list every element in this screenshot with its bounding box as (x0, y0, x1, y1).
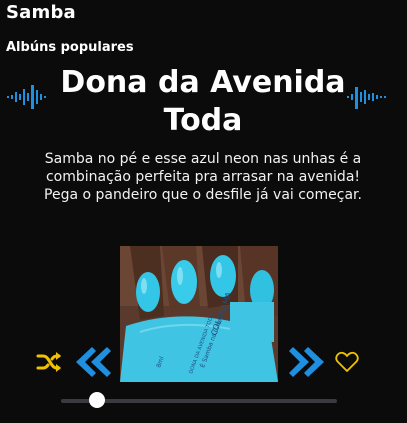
nail-polish-cover-image: COLORAMA É Samba na Caixa DONA DA AVENID… (120, 246, 278, 382)
progress-knob[interactable] (88, 392, 105, 408)
section-title: Albúns populares (6, 40, 134, 55)
album-description: Samba no pé e esse azul neon nas unhas é… (44, 151, 362, 203)
skip-previous-icon[interactable] (72, 344, 114, 380)
top-title: Samba (6, 2, 76, 23)
heart-outline-icon[interactable] (335, 351, 359, 373)
shuffle-icon[interactable] (36, 351, 62, 373)
album-cover[interactable]: COLORAMA É Samba na Caixa DONA DA AVENID… (120, 246, 278, 382)
sound-wave-icon (7, 85, 46, 109)
album-title: Dona da Avenida Toda (60, 65, 346, 138)
skip-next-icon[interactable] (286, 344, 328, 380)
